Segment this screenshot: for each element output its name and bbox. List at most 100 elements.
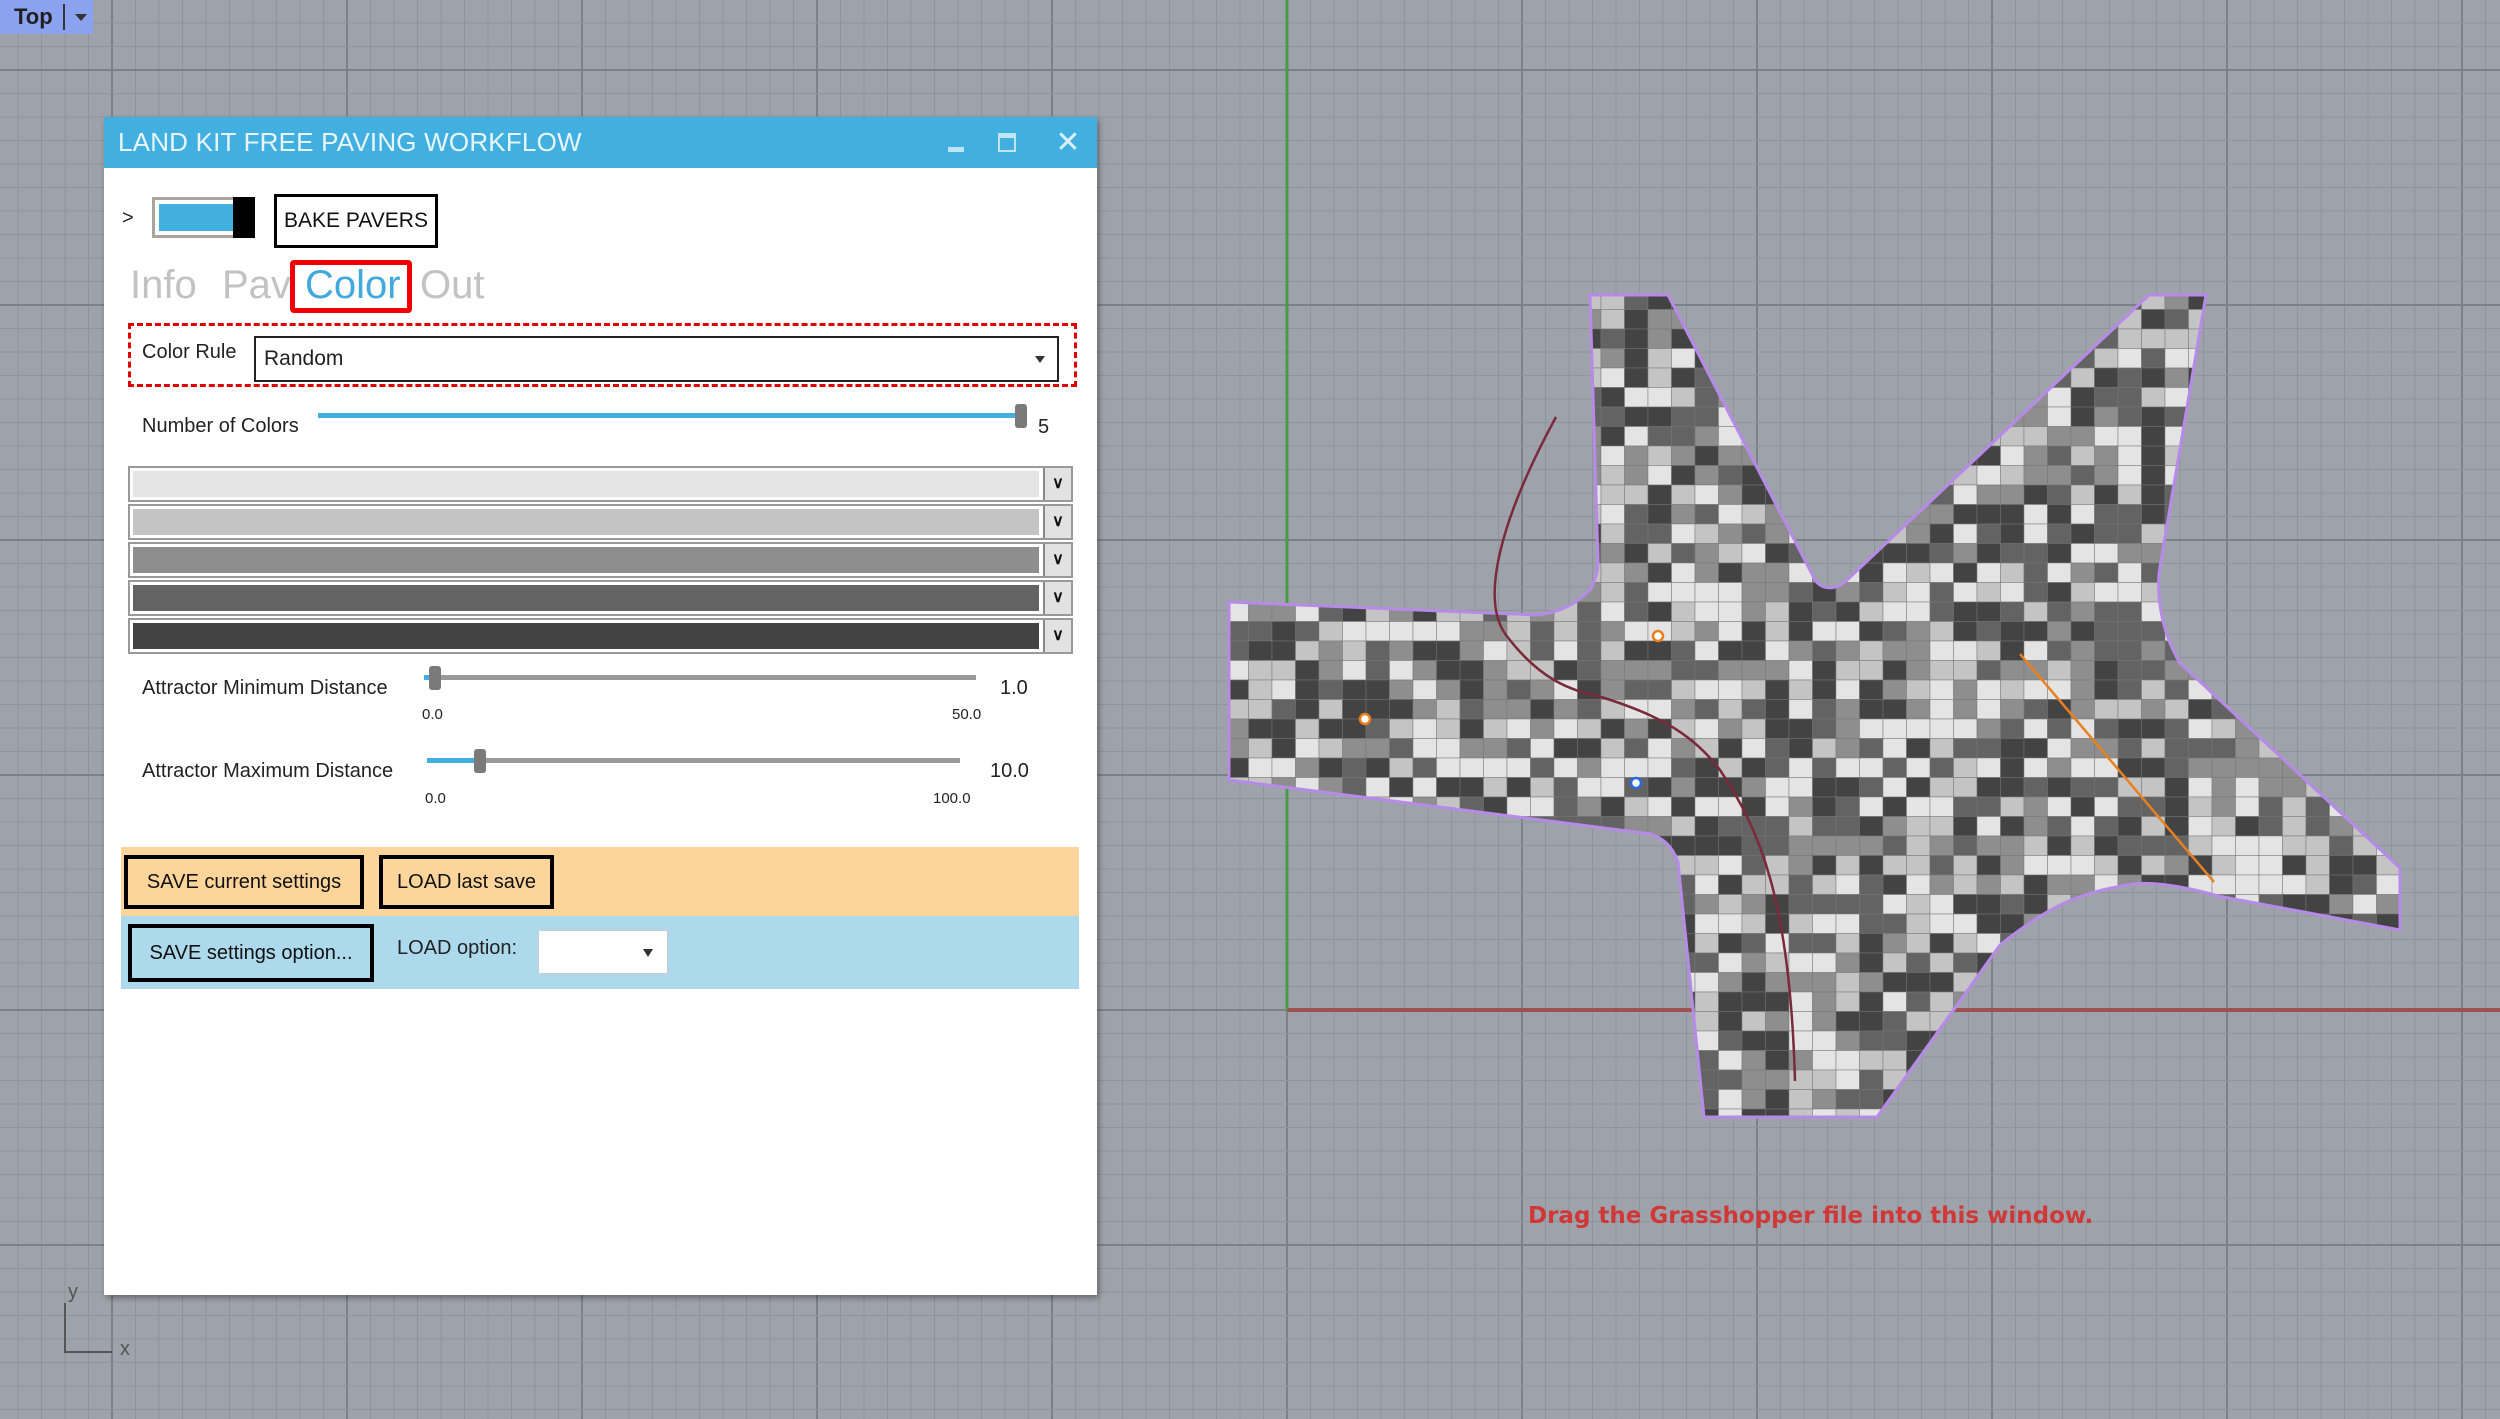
attractor-max-slider-track[interactable] [427,758,960,763]
paver-tile [2258,1050,2283,1071]
paver-tile [2399,796,2400,817]
paver-tile [2023,1069,2048,1090]
paver-tile [1412,738,1437,759]
chevron-down-icon[interactable]: ∨ [1043,506,1071,538]
paver-tile [1459,484,1484,505]
minimize-icon[interactable] [938,125,974,161]
paver-tile [1248,1089,1273,1110]
window-titlebar[interactable]: LAND KIT FREE PAVING WORKFLOW ✕ [104,117,1097,168]
paver-tile [1318,660,1343,681]
color-swatch[interactable] [133,547,1039,573]
paver-tile [1671,582,1696,603]
paver-tile [2047,484,2072,505]
paver-tile [1718,295,1743,310]
attractor-min-slider-track[interactable] [424,675,976,680]
paver-tile [1882,309,1907,330]
paver-tile [1459,562,1484,583]
paver-tile [1765,835,1790,856]
paver-tile [2258,718,2283,739]
tab-out[interactable]: Out [420,263,484,308]
paver-tile [1835,991,1860,1012]
tab-pav[interactable]: Pav [222,263,291,308]
paver-tile [2376,328,2400,349]
bake-toggle[interactable] [152,197,255,238]
attractor-max-slider-thumb[interactable] [474,749,487,773]
chevron-down-icon[interactable]: ∨ [1043,582,1071,614]
paver-tile [1459,699,1484,720]
paver-tile [2164,1089,2189,1110]
color-swatch[interactable] [133,509,1039,535]
paver-tile [1295,582,1320,603]
paver-tile [2258,309,2283,330]
paver-tile [1906,445,1931,466]
paver-tile [1741,679,1766,700]
color-swatch-picker[interactable]: ∨ [128,504,1073,540]
paver-tile [1436,504,1461,525]
paver-tile [2352,504,2377,525]
color-swatch-picker[interactable]: ∨ [128,542,1073,578]
paver-tile [1976,913,2001,934]
paver-tile [2188,1011,2213,1032]
number-of-colors-slider-track[interactable] [318,413,1021,418]
paver-tile [1248,367,1273,388]
bake-pavers-button[interactable]: BAKE PAVERS [274,194,438,248]
paver-tile [1248,933,1273,954]
color-swatch[interactable] [133,623,1039,649]
number-of-colors-slider-thumb[interactable] [1015,404,1027,428]
paver-tile [2211,796,2236,817]
chevron-down-icon[interactable]: ∨ [1043,620,1071,652]
paver-tile [1436,543,1461,564]
paver-tile [1647,777,1672,798]
color-swatch-picker[interactable]: ∨ [128,618,1073,654]
paver-tile [2023,1011,2048,1032]
save-current-settings-button[interactable]: SAVE current settings [124,855,364,909]
paver-tile [2352,1108,2377,1117]
attractor-min-slider-thumb[interactable] [429,666,442,690]
chevron-down-icon[interactable]: ∨ [1043,544,1071,576]
paver-tile [1765,465,1790,486]
paver-tile [2211,816,2236,837]
chevron-down-icon[interactable]: ∨ [1043,468,1071,500]
paver-tile [2188,601,2213,622]
load-option-select[interactable] [538,930,668,974]
paver-tile [2376,1069,2400,1090]
viewport-title-menu[interactable]: Top [0,0,93,34]
paver-tile [2000,738,2025,759]
paver-tile [1788,328,1813,349]
toggle-knob[interactable] [233,197,255,238]
close-icon[interactable]: ✕ [1050,125,1086,161]
paver-tile [1812,679,1837,700]
paver-tile [1765,796,1790,817]
paver-tile [1365,465,1390,486]
paver-tile [1459,295,1484,310]
paver-tile [1248,621,1273,642]
color-swatch[interactable] [133,585,1039,611]
paver-tile [2282,855,2307,876]
paver-tile [1647,562,1672,583]
color-swatch-picker[interactable]: ∨ [128,466,1073,502]
paver-tile [1835,601,1860,622]
load-last-save-button[interactable]: LOAD last save [379,855,554,909]
paver-tile [2329,328,2354,349]
tab-info[interactable]: Info [130,263,197,308]
paver-tile [2164,426,2189,447]
color-swatch-picker[interactable]: ∨ [128,580,1073,616]
save-settings-option-button[interactable]: SAVE settings option... [128,924,374,982]
paver-tile [1248,1069,1273,1090]
paver-tile [1248,348,1273,369]
paver-tile [1600,874,1625,895]
chevron-down-icon[interactable] [74,13,87,21]
paver-tile [1530,874,1555,895]
paver-tile [1342,295,1367,310]
paver-tile [1671,640,1696,661]
paver-tile [1271,621,1296,642]
attractor-max-range-max: 100.0 [933,790,971,807]
paver-tile [2282,328,2307,349]
paver-tile [1459,777,1484,798]
expander-arrow[interactable]: > [122,207,134,230]
paver-tile [1929,738,1954,759]
color-swatch[interactable] [133,471,1039,497]
paver-tile [1953,640,1978,661]
color-rule-select[interactable]: Random [254,336,1059,382]
maximize-icon[interactable] [987,125,1023,161]
